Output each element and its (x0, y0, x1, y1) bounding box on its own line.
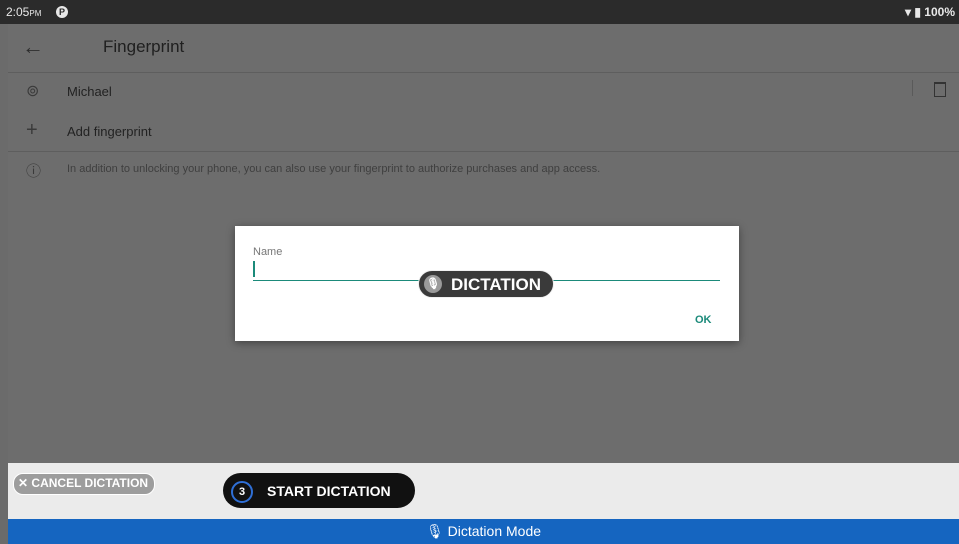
add-fingerprint-label: Add fingerprint (67, 124, 152, 139)
fingerprint-name: Michael (67, 84, 112, 99)
cancel-dictation-button[interactable]: ✕ CANCEL DICTATION (13, 473, 156, 495)
battery-icon: ▮ (914, 5, 921, 19)
microphone-icon: 🎙 (425, 523, 444, 539)
fingerprint-item[interactable]: ⊚ Michael (8, 72, 959, 112)
page-title: Fingerprint (103, 37, 185, 56)
add-fingerprint-item[interactable]: + Add fingerprint (8, 112, 959, 152)
divider (8, 151, 959, 152)
battery-level: 100% (924, 5, 955, 19)
start-dictation-button[interactable]: 3 START DICTATION (223, 473, 415, 508)
status-icons: ▾ ▮ 100% (905, 5, 955, 19)
app-bar: ← Fingerprint (8, 24, 959, 72)
name-field-label: Name (253, 246, 283, 258)
delete-icon[interactable] (934, 82, 946, 97)
clock: 2:05PM (6, 5, 42, 19)
notification-icon: P (56, 6, 68, 18)
dictation-mode-label: Dictation Mode (447, 523, 542, 539)
dictation-mode-bar: 🎙 Dictation Mode (8, 519, 959, 544)
cancel-dictation-label: CANCEL DICTATION (31, 476, 149, 490)
dictation-overlay-button[interactable]: 🎙 DICTATION (418, 270, 554, 298)
wifi-icon: ▾ (904, 5, 911, 19)
dictation-controls: ✕ CANCEL DICTATION 3 START DICTATION (8, 463, 959, 519)
start-dictation-label: START DICTATION (267, 483, 391, 499)
close-icon: ✕ (18, 476, 29, 490)
ok-button[interactable]: OK (695, 314, 712, 326)
info-icon: ⓘ (26, 163, 42, 180)
text-cursor (253, 261, 255, 277)
countdown-badge: 3 (231, 481, 253, 503)
back-arrow-icon[interactable]: ← (22, 34, 44, 60)
microphone-icon: 🎙 (424, 275, 442, 293)
status-bar: 2:05PM P ▾ ▮ 100% (0, 0, 959, 24)
plus-icon: + (26, 119, 38, 141)
fingerprint-icon: ⊚ (26, 83, 40, 100)
info-text: In addition to unlocking your phone, you… (67, 163, 601, 175)
divider (912, 80, 913, 96)
dictation-label: DICTATION (451, 275, 542, 294)
